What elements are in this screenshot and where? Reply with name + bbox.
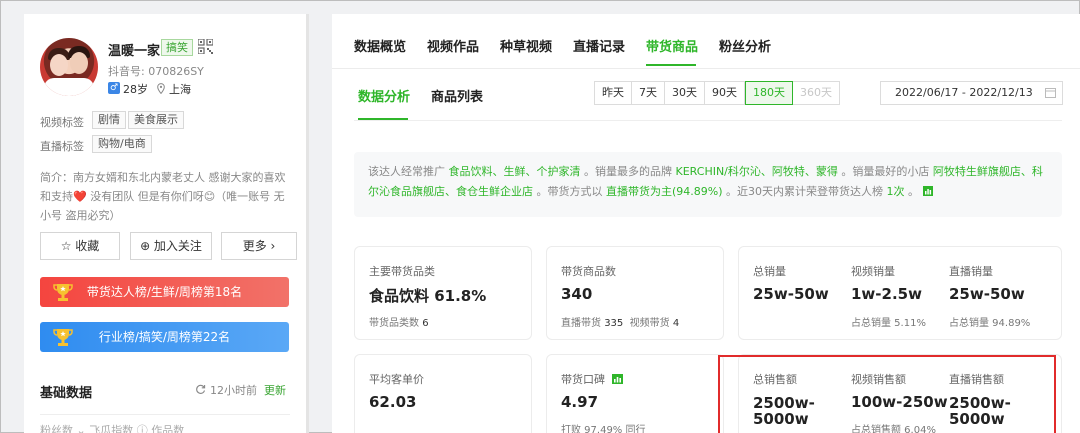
card-sub: 占总销量 94.89%	[949, 318, 1031, 329]
summary-text: 。带货方式以	[536, 185, 603, 198]
tab-videos[interactable]: 视频作品	[427, 36, 479, 55]
basic-data-title: 基础数据	[40, 386, 93, 401]
summary-times: 1次	[886, 185, 905, 198]
trophy-icon	[53, 284, 73, 301]
card-value: 1w-2.5w	[851, 285, 922, 303]
subtab-analysis[interactable]: 数据分析	[358, 86, 410, 105]
card-value: 62.03	[369, 393, 417, 411]
video-tag[interactable]: 美食展示	[128, 111, 184, 129]
main-category-card: 主要带货品类 食品饮料 61.8% 带货品类数 6	[354, 246, 532, 340]
range-yesterday[interactable]: 昨天	[595, 82, 632, 104]
refresh-icon[interactable]	[195, 384, 206, 395]
card-sub: 打败 97.49% 同行	[561, 425, 646, 433]
subtab-product-list[interactable]: 商品列表	[431, 86, 483, 105]
tab-seeding-videos[interactable]: 种草视频	[500, 36, 552, 55]
date-range-picker[interactable]: 2022/06/17 - 2022/12/13	[880, 81, 1063, 105]
card-label: 总销量	[753, 265, 786, 278]
sales-volume-card: 总销量 25w-50w 视频销量 1w-2.5w 占总销量 5.11% 直播销量…	[738, 246, 1062, 340]
card-sub: 直播带货 335 视频带货 4	[561, 318, 680, 329]
range-180d[interactable]: 180天	[745, 81, 793, 105]
summary-text: 。	[908, 185, 920, 198]
card-value: 4.97	[561, 393, 599, 411]
video-tags-label: 视频标签	[40, 116, 84, 129]
live-tag[interactable]: 购物/电商	[92, 135, 152, 153]
range-7d[interactable]: 7天	[632, 82, 665, 104]
douyin-id: 抖音号: 070826SY	[108, 65, 204, 78]
range-90d[interactable]: 90天	[705, 82, 745, 104]
panel-divider	[306, 14, 309, 433]
card-label: 直播销量	[949, 265, 993, 278]
sales-rank-text: 带货达人榜/生鲜/周榜第18名	[86, 285, 243, 299]
basic-data-header: 粉丝数 ⌄ 飞瓜指数 ⓘ 作品数	[40, 424, 185, 433]
product-count-card: 带货商品数 340 直播带货 335 视频带货 4	[546, 246, 724, 340]
location: 上海	[169, 83, 191, 96]
tab-live-records[interactable]: 直播记录	[573, 36, 625, 55]
card-sub: 带货品类数 6	[369, 318, 429, 329]
trophy-icon	[53, 329, 73, 346]
summary-box: 该达人经常推广 食品饮料、生鲜、个护家清 。销量最多的品牌 KERCHIN/科尔…	[354, 152, 1062, 217]
calendar-icon	[1045, 88, 1056, 98]
card-value: 食品饮料 61.8%	[369, 287, 487, 305]
qr-code-icon[interactable]	[198, 39, 213, 54]
video-tag[interactable]: 剧情	[92, 111, 126, 129]
card-label: 平均客单价	[369, 373, 424, 386]
avg-price-card: 平均客单价 62.03	[354, 354, 532, 433]
divider	[354, 120, 1062, 121]
refresh-time: 12小时前	[210, 384, 257, 397]
follow-button[interactable]: ⊕ 加入关注	[130, 232, 212, 260]
card-value: 340	[561, 285, 593, 303]
tab-products[interactable]: 带货商品	[646, 36, 698, 55]
annotation-highlight-box	[718, 355, 1056, 433]
range-selector: 昨天 7天 30天 90天 180天 360天	[594, 81, 840, 105]
age: 28岁	[123, 83, 148, 96]
active-tab-indicator	[646, 64, 696, 66]
reputation-card: 带货口碑 4.97 打败 97.49% 同行	[546, 354, 724, 433]
bar-chart-icon[interactable]	[922, 186, 933, 196]
divider	[332, 68, 1080, 69]
card-label: 带货口碑	[561, 371, 623, 387]
industry-rank-text: 行业榜/搞笑/周榜第22名	[98, 330, 231, 344]
summary-categories: 食品饮料、生鲜、个护家清	[448, 165, 581, 178]
card-label: 视频销量	[851, 265, 895, 278]
tab-overview[interactable]: 数据概览	[354, 36, 406, 55]
favorite-button[interactable]: ☆ 收藏	[40, 232, 120, 260]
summary-text: 。销量最多的品牌	[584, 165, 672, 178]
industry-rank-badge[interactable]: 行业榜/搞笑/周榜第22名	[40, 322, 289, 352]
summary-text: 该达人经常推广	[368, 165, 445, 178]
more-button[interactable]: 更多 ›	[221, 232, 297, 260]
location-pin-icon	[157, 83, 165, 94]
update-link[interactable]: 更新	[264, 382, 286, 398]
card-value: 25w-50w	[753, 285, 829, 303]
range-30d[interactable]: 30天	[665, 82, 705, 104]
card-sub: 占总销量 5.11%	[851, 318, 926, 329]
profile-name: 温暖一家	[108, 44, 161, 59]
divider	[40, 414, 290, 415]
sales-rank-badge[interactable]: 带货达人榜/生鲜/周榜第18名	[40, 277, 289, 307]
summary-brands: KERCHIN/科尔沁、阿牧特、蒙得	[675, 165, 838, 178]
profile-intro: 简介：南方女婿和东北内蒙老丈人 感谢大家的喜欢和支持❤️ 没有团队 但是有你们呀…	[40, 171, 286, 222]
summary-text: 。近30天内累计荣登带货达人榜	[726, 185, 884, 198]
category-tag[interactable]: 搞笑	[161, 39, 193, 56]
profile-panel: 温暖一家 搞笑 抖音号: 070826SY ♂ 28岁 上海 视频标签 剧情 美…	[24, 14, 306, 433]
male-icon: ♂	[108, 82, 120, 94]
card-value: 25w-50w	[949, 285, 1025, 303]
avatar[interactable]	[40, 38, 98, 96]
range-360d[interactable]: 360天	[793, 82, 839, 104]
summary-text: 。销量最好的小店	[841, 165, 930, 178]
card-label: 带货商品数	[561, 265, 616, 278]
tab-fans[interactable]: 粉丝分析	[719, 36, 771, 55]
summary-mode: 直播带货为主(94.89%)	[606, 185, 723, 198]
card-label: 主要带货品类	[369, 265, 435, 278]
date-range-text: 2022/06/17 - 2022/12/13	[895, 86, 1033, 99]
bar-chart-icon[interactable]	[611, 374, 623, 384]
live-tags-label: 直播标签	[40, 140, 84, 153]
